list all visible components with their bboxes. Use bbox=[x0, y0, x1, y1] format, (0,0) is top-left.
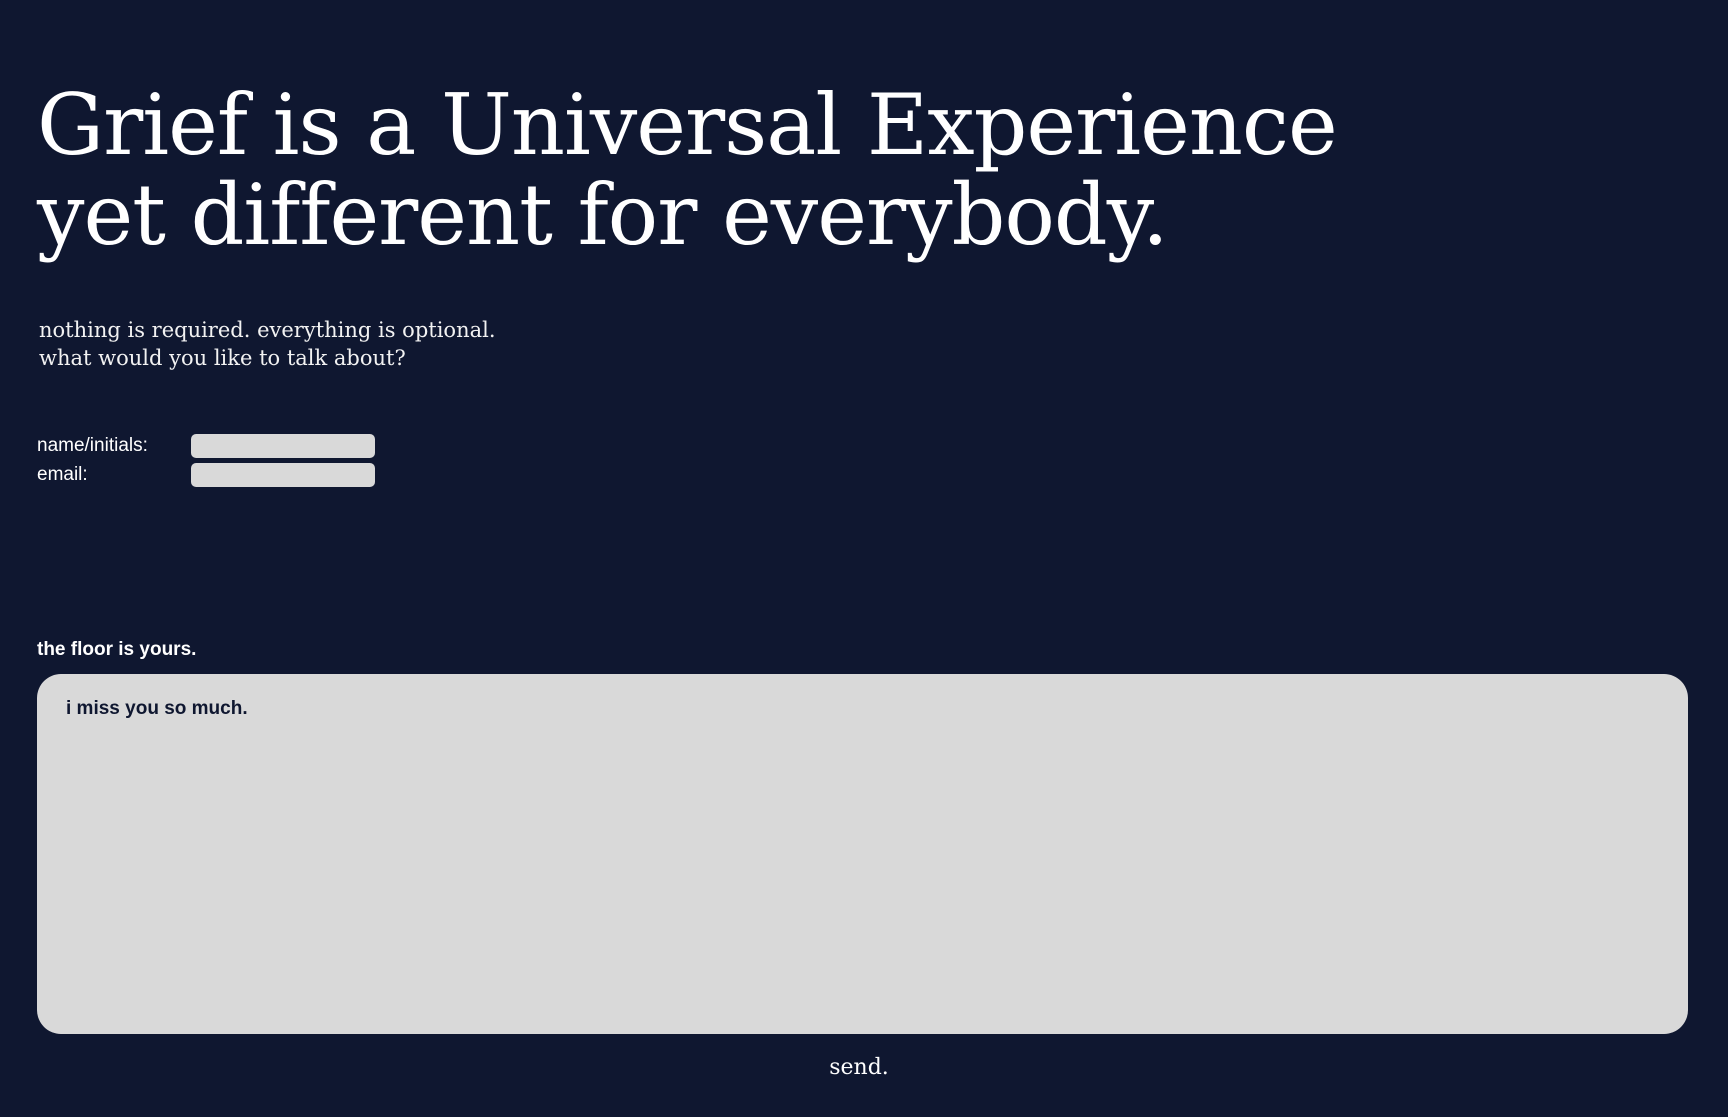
headline-line-1: Grief is a Universal Experience bbox=[37, 76, 1338, 174]
headline-line-2: yet different for everybody. bbox=[37, 166, 1169, 264]
name-field-row: name/initials: bbox=[37, 434, 375, 458]
intro-text: nothing is required. everything is optio… bbox=[39, 316, 496, 372]
message-textarea[interactable]: i miss you so much. bbox=[37, 674, 1688, 1034]
email-label: email: bbox=[37, 464, 88, 485]
email-input[interactable] bbox=[191, 463, 375, 487]
intro-line-2: what would you like to talk about? bbox=[39, 346, 406, 370]
name-input[interactable] bbox=[191, 434, 375, 458]
send-button[interactable]: send. bbox=[804, 1050, 914, 1084]
email-field-row: email: bbox=[37, 463, 375, 487]
page-headline: Grief is a Universal Experience yet diff… bbox=[37, 76, 1338, 264]
name-label: name/initials: bbox=[37, 435, 148, 456]
intro-line-1: nothing is required. everything is optio… bbox=[39, 318, 496, 342]
message-label: the floor is yours. bbox=[37, 639, 197, 660]
